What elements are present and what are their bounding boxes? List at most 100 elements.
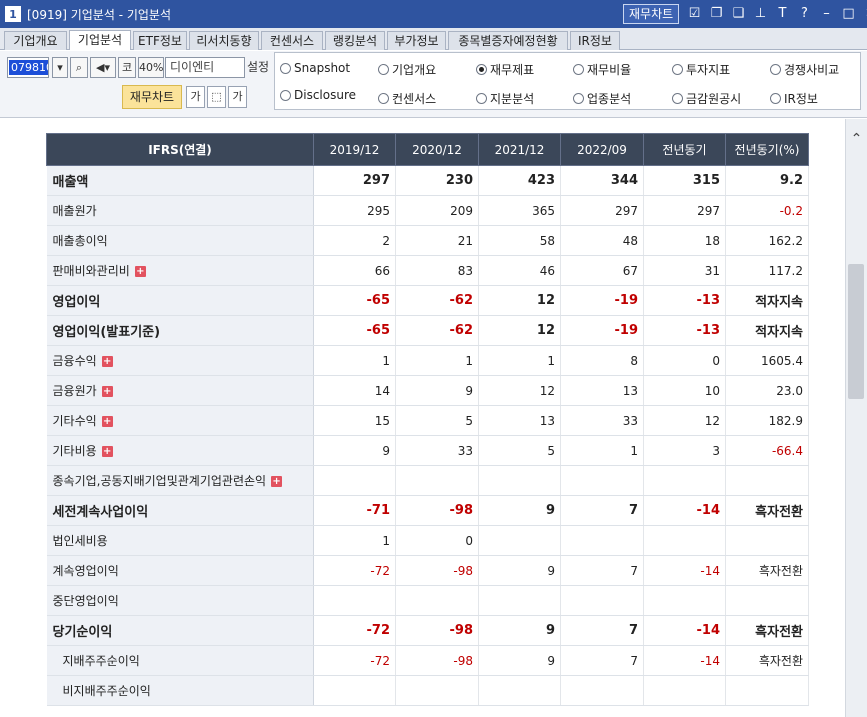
radio-snapshot[interactable]: Snapshot	[280, 61, 350, 75]
table-cell: 297	[313, 165, 396, 196]
financial-chart-button[interactable]: 재무차트	[122, 85, 182, 109]
tab-additional-info[interactable]: 부가정보	[387, 31, 446, 50]
row-label: 기타수익 +	[46, 405, 314, 436]
table-cell: -98	[395, 495, 479, 526]
radio-dot[interactable]	[672, 93, 683, 104]
font-size-button[interactable]: 가	[186, 86, 205, 108]
row-label: 영업이익	[46, 285, 314, 316]
help-icon[interactable]: ?	[795, 4, 814, 24]
radio-dot[interactable]	[770, 93, 781, 104]
expand-plus-icon[interactable]: +	[101, 416, 113, 427]
font-size-icon[interactable]: T	[773, 4, 792, 24]
table-cell: -14	[643, 615, 726, 646]
window-number: 1	[5, 6, 21, 22]
table-cell: 9	[313, 435, 396, 466]
tab-etf-info[interactable]: ETF정보	[133, 31, 187, 50]
expand-plus-icon[interactable]: +	[101, 446, 113, 457]
table-cell	[313, 465, 396, 496]
tab-research[interactable]: 리서치동향	[189, 31, 259, 50]
radio-dot[interactable]	[672, 64, 683, 75]
company-name-field[interactable]: 디이엔티	[165, 57, 245, 78]
maximize-icon[interactable]: □	[839, 4, 858, 24]
table-cell: 9	[478, 615, 561, 646]
expand-plus-icon[interactable]: +	[101, 356, 113, 367]
vertical-scrollbar[interactable]: ⌃	[845, 119, 867, 717]
radio-competitor-comparison[interactable]: 경쟁사비교	[770, 61, 839, 78]
radio-dot[interactable]	[378, 93, 389, 104]
font-button-2[interactable]: 가	[228, 86, 247, 108]
capture-icon[interactable]: ⬚	[207, 86, 226, 108]
chart-button[interactable]: 재무차트	[623, 4, 680, 24]
radio-dot[interactable]	[573, 64, 584, 75]
search-icon[interactable]: ⌕	[70, 57, 88, 78]
table-cell	[395, 585, 479, 616]
close-icon[interactable]: ✕	[861, 4, 867, 24]
tab-consensus[interactable]: 컨센서스	[261, 31, 323, 50]
radio-consensus[interactable]: 컨센서스	[378, 90, 436, 107]
table-row: 중단영업이익	[46, 585, 809, 616]
tab-ranking[interactable]: 랭킹분석	[325, 31, 385, 50]
table-cell: 흑자전환	[725, 495, 809, 526]
expand-plus-icon[interactable]: +	[271, 476, 283, 487]
table-cell: 344	[560, 165, 644, 196]
radio-dot[interactable]	[280, 89, 291, 101]
market-label: 코	[118, 57, 136, 78]
tab-capital-increase[interactable]: 종목별증자예정현황	[448, 31, 568, 50]
table-cell: 48	[560, 225, 644, 256]
tab-company-analysis[interactable]: 기업분석	[69, 30, 131, 50]
table-cell	[643, 525, 726, 556]
split-window-icon[interactable]: ❐	[707, 4, 726, 24]
radio-financial-ratio[interactable]: 재무비율	[573, 61, 631, 78]
radio-dot[interactable]	[573, 93, 584, 104]
column-header[interactable]: 전년동기	[643, 133, 726, 166]
radio-dot[interactable]	[476, 93, 487, 104]
table-cell: 1	[478, 345, 561, 376]
expand-plus-icon[interactable]: +	[101, 386, 113, 397]
column-header[interactable]: 전년동기(%)	[725, 133, 809, 166]
table-cell: 13	[560, 375, 644, 406]
row-label-text: 계속영업이익	[52, 564, 119, 578]
table-cell: 18	[643, 225, 726, 256]
radio-financial-statements[interactable]: 재무제표	[476, 61, 534, 78]
row-label: 중단영업이익	[46, 585, 314, 616]
radio-dot[interactable]	[280, 62, 291, 74]
radio-dot[interactable]	[476, 64, 487, 75]
table-cell: 117.2	[725, 255, 809, 286]
table-cell: 9	[478, 645, 561, 676]
pin-icon[interactable]: ⊥	[751, 4, 770, 24]
radio-fss-disclosure[interactable]: 금감원공시	[672, 90, 741, 107]
radio-dot[interactable]	[378, 64, 389, 75]
row-label: 매출액	[46, 165, 314, 196]
table-cell: 15	[313, 405, 396, 436]
stock-code-input[interactable]: 079810	[7, 57, 49, 78]
column-header[interactable]: 2019/12	[313, 133, 396, 166]
code-dropdown-icon[interactable]: ▾	[52, 57, 68, 78]
tab-company-overview[interactable]: 기업개요	[4, 31, 67, 50]
table-cell: -98	[395, 645, 479, 676]
column-header[interactable]: 2021/12	[478, 133, 561, 166]
radio-investment-indicators[interactable]: 투자지표	[672, 61, 730, 78]
column-header[interactable]: 2020/12	[395, 133, 479, 166]
radio-disclosure[interactable]: Disclosure	[280, 88, 356, 102]
table-cell: 295	[313, 195, 396, 226]
table-row: 금융수익 +1 1 1 8 0 1605.4	[46, 345, 809, 376]
speaker-icon[interactable]: ◀▾	[90, 57, 116, 78]
chart-icon[interactable]: ☑	[685, 4, 704, 24]
column-header[interactable]: 2022/09	[560, 133, 644, 166]
radio-dot[interactable]	[770, 64, 781, 75]
table-cell	[313, 675, 396, 706]
table-cell: 182.9	[725, 405, 809, 436]
table-cell: 7	[560, 495, 644, 526]
copy-window-icon[interactable]: ❑	[729, 4, 748, 24]
radio-ir-info[interactable]: IR정보	[770, 90, 818, 107]
tab-ir-info[interactable]: IR정보	[570, 31, 620, 50]
radio-industry-analysis[interactable]: 업종분석	[573, 90, 631, 107]
radio-company-overview[interactable]: 기업개요	[378, 61, 436, 78]
row-label-text: 종속기업,공동지배기업및관계기업관련손익	[52, 474, 267, 488]
expand-plus-icon[interactable]: +	[134, 266, 146, 277]
minimize-icon[interactable]: –	[817, 4, 836, 24]
scroll-thumb[interactable]	[848, 264, 864, 399]
radio-shareholding[interactable]: 지분분석	[476, 90, 534, 107]
setting-button[interactable]: 설정	[247, 58, 269, 75]
scroll-up-icon[interactable]: ⌃	[846, 131, 867, 147]
